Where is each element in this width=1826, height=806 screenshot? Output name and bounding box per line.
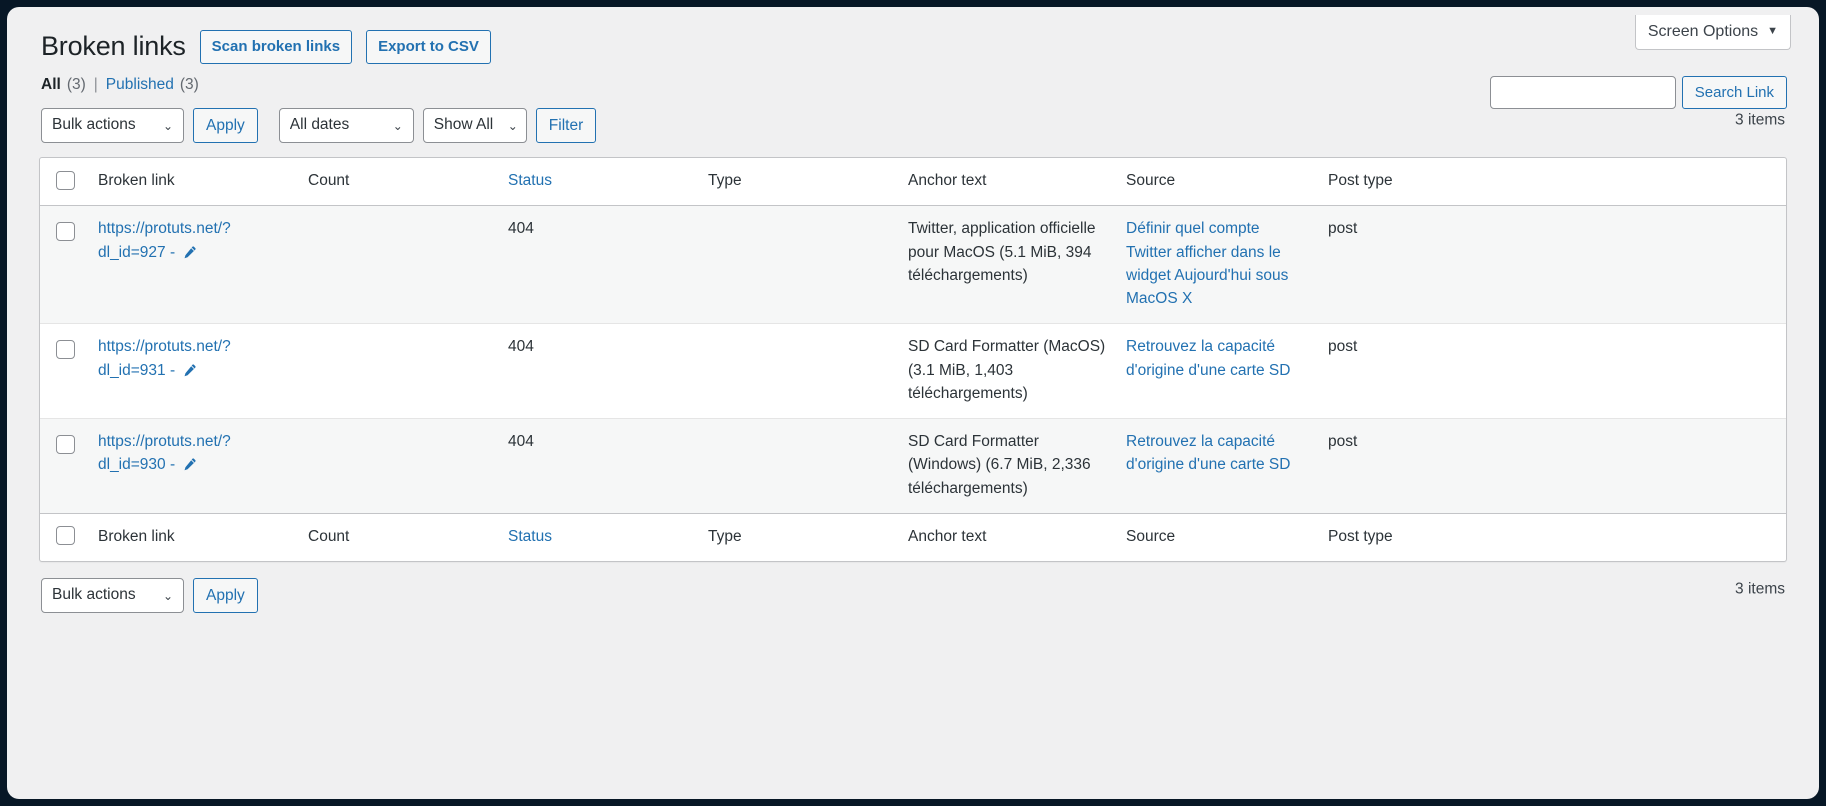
browser-viewport: Screen Options ▼ Broken links Scan broke… xyxy=(0,0,1826,806)
select-all-checkbox-top[interactable] xyxy=(56,170,75,190)
cell-post-type: post xyxy=(1328,220,1358,238)
pencil-icon[interactable] xyxy=(182,456,197,479)
column-footer-post-type: Post type xyxy=(1328,527,1393,545)
cell-anchor-text: Twitter, application officielle pour Mac… xyxy=(908,220,1096,284)
column-footer-status: Status xyxy=(498,513,698,561)
column-header-count: Count xyxy=(308,172,350,190)
column-footer-anchor-text: Anchor text xyxy=(908,527,987,545)
cell-status: 404 xyxy=(508,220,534,238)
row-select-cell xyxy=(40,206,88,324)
scan-broken-links-button[interactable]: Scan broken links xyxy=(199,29,353,64)
cell-type xyxy=(698,419,898,514)
bulk-actions-select-wrap-bottom: Bulk actions ⌄ xyxy=(41,578,184,614)
cell-status: 404 xyxy=(508,338,534,356)
pencil-icon[interactable] xyxy=(182,244,197,267)
broken-links-table-wrapper: Broken link Count Status Type Anchor tex… xyxy=(39,157,1787,563)
table-foot: Broken link Count Status Type Anchor tex… xyxy=(40,513,1786,561)
column-footer-count: Count xyxy=(308,527,350,545)
screen-options-toggle[interactable]: Screen Options ▼ xyxy=(1634,15,1791,51)
column-header-post-type: Post type xyxy=(1328,172,1393,190)
select-all-header xyxy=(40,158,88,206)
table-footer-row: Broken link Count Status Type Anchor tex… xyxy=(40,513,1786,561)
column-footer-type: Type xyxy=(708,527,742,545)
cell-type xyxy=(698,324,898,419)
chevron-down-icon: ▼ xyxy=(1767,25,1778,37)
wordpress-admin-screen: Screen Options ▼ Broken links Scan broke… xyxy=(7,7,1819,799)
cell-count xyxy=(298,324,498,419)
view-published-link[interactable]: Published xyxy=(106,76,174,94)
column-footer-broken-link: Broken link xyxy=(98,527,175,545)
cell-status: 404 xyxy=(508,433,534,451)
table-head: Broken link Count Status Type Anchor tex… xyxy=(40,158,1786,206)
row-checkbox[interactable] xyxy=(56,339,75,359)
pencil-icon[interactable] xyxy=(182,362,197,385)
broken-links-table: Broken link Count Status Type Anchor tex… xyxy=(40,158,1786,561)
dates-filter-select[interactable]: All dates xyxy=(278,108,414,144)
select-all-footer xyxy=(40,513,88,561)
cell-broken-link: https://protuts.net/?dl_id=927 - xyxy=(88,206,298,324)
row-checkbox[interactable] xyxy=(56,434,75,454)
row-checkbox[interactable] xyxy=(56,221,75,241)
cell-source: Retrouvez la capacité d'origine d'une ca… xyxy=(1116,419,1318,514)
view-all-link[interactable]: All xyxy=(41,76,61,94)
displaying-num-top: 3 items xyxy=(1735,111,1785,129)
filter-button[interactable]: Filter xyxy=(535,108,597,144)
bulk-actions-select-top[interactable]: Bulk actions xyxy=(41,108,184,144)
cell-broken-link: https://protuts.net/?dl_id=930 - xyxy=(88,419,298,514)
cell-type xyxy=(698,206,898,324)
table-row: https://protuts.net/?dl_id=931 - 404 SD … xyxy=(40,323,1786,419)
page-title: Broken links xyxy=(41,31,186,61)
column-header-type: Type xyxy=(708,172,742,190)
apply-button-top[interactable]: Apply xyxy=(193,108,258,144)
cell-anchor-text: SD Card Formatter (Windows) (6.7 MiB, 2,… xyxy=(908,433,1091,497)
cell-source: Définir quel compte Twitter afficher dan… xyxy=(1116,206,1318,324)
sort-by-status-link-bottom[interactable]: Status xyxy=(508,528,552,545)
table-header-row: Broken link Count Status Type Anchor tex… xyxy=(40,158,1786,206)
column-header-status: Status xyxy=(498,158,698,206)
select-all-checkbox-bottom[interactable] xyxy=(56,526,75,546)
page-header: Broken links Scan broken links Export to… xyxy=(7,7,1819,64)
view-all-count: (3) xyxy=(66,76,86,94)
source-post-link[interactable]: Retrouvez la capacité d'origine d'une ca… xyxy=(1126,433,1290,473)
cell-broken-link: https://protuts.net/?dl_id=931 - xyxy=(88,324,298,419)
column-header-broken-link: Broken link xyxy=(98,172,175,190)
bulk-actions-select-bottom[interactable]: Bulk actions xyxy=(41,578,184,614)
column-footer-source: Source xyxy=(1126,527,1176,545)
source-post-link[interactable]: Définir quel compte Twitter afficher dan… xyxy=(1126,220,1288,307)
row-select-cell xyxy=(40,419,88,514)
table-row: https://protuts.net/?dl_id=927 - 404 Twi… xyxy=(40,205,1786,324)
table-body: https://protuts.net/?dl_id=927 - 404 Twi… xyxy=(40,205,1786,514)
displaying-num-bottom: 3 items xyxy=(1735,580,1785,598)
cell-post-type: post xyxy=(1328,338,1358,356)
view-published-count: (3) xyxy=(179,76,199,94)
show-all-select-wrap: Show All ⌄ xyxy=(422,108,527,144)
cell-anchor-text: SD Card Formatter (MacOS) (3.1 MiB, 1,40… xyxy=(908,338,1106,402)
table-row: https://protuts.net/?dl_id=930 - 404 SD … xyxy=(40,418,1786,514)
sort-by-status-link-top[interactable]: Status xyxy=(508,172,552,189)
show-all-filter-select[interactable]: Show All xyxy=(422,108,527,144)
column-header-anchor-text: Anchor text xyxy=(908,172,987,190)
views-separator: | xyxy=(93,76,98,94)
source-post-link[interactable]: Retrouvez la capacité d'origine d'une ca… xyxy=(1126,338,1290,378)
cell-post-type: post xyxy=(1328,433,1358,451)
dates-select-wrap: All dates ⌄ xyxy=(278,108,414,144)
broken-link-url[interactable]: https://protuts.net/?dl_id=930 - xyxy=(98,433,231,473)
apply-button-bottom[interactable]: Apply xyxy=(193,578,258,614)
cell-source: Retrouvez la capacité d'origine d'une ca… xyxy=(1116,324,1318,419)
cell-count xyxy=(298,419,498,514)
cell-count xyxy=(298,206,498,324)
screen-options-label: Screen Options xyxy=(1647,23,1759,40)
tablenav-bottom: Bulk actions ⌄ Apply 3 items xyxy=(7,562,1819,614)
column-header-source: Source xyxy=(1126,172,1176,190)
tablenav-top: Bulk actions ⌄ Apply All dates ⌄ Show Al… xyxy=(7,94,1819,144)
export-to-csv-button[interactable]: Export to CSV xyxy=(366,29,491,64)
bulk-actions-select-wrap: Bulk actions ⌄ xyxy=(41,108,184,144)
broken-link-url[interactable]: https://protuts.net/?dl_id=931 - xyxy=(98,338,231,378)
broken-link-url[interactable]: https://protuts.net/?dl_id=927 - xyxy=(98,220,231,260)
row-select-cell xyxy=(40,324,88,419)
